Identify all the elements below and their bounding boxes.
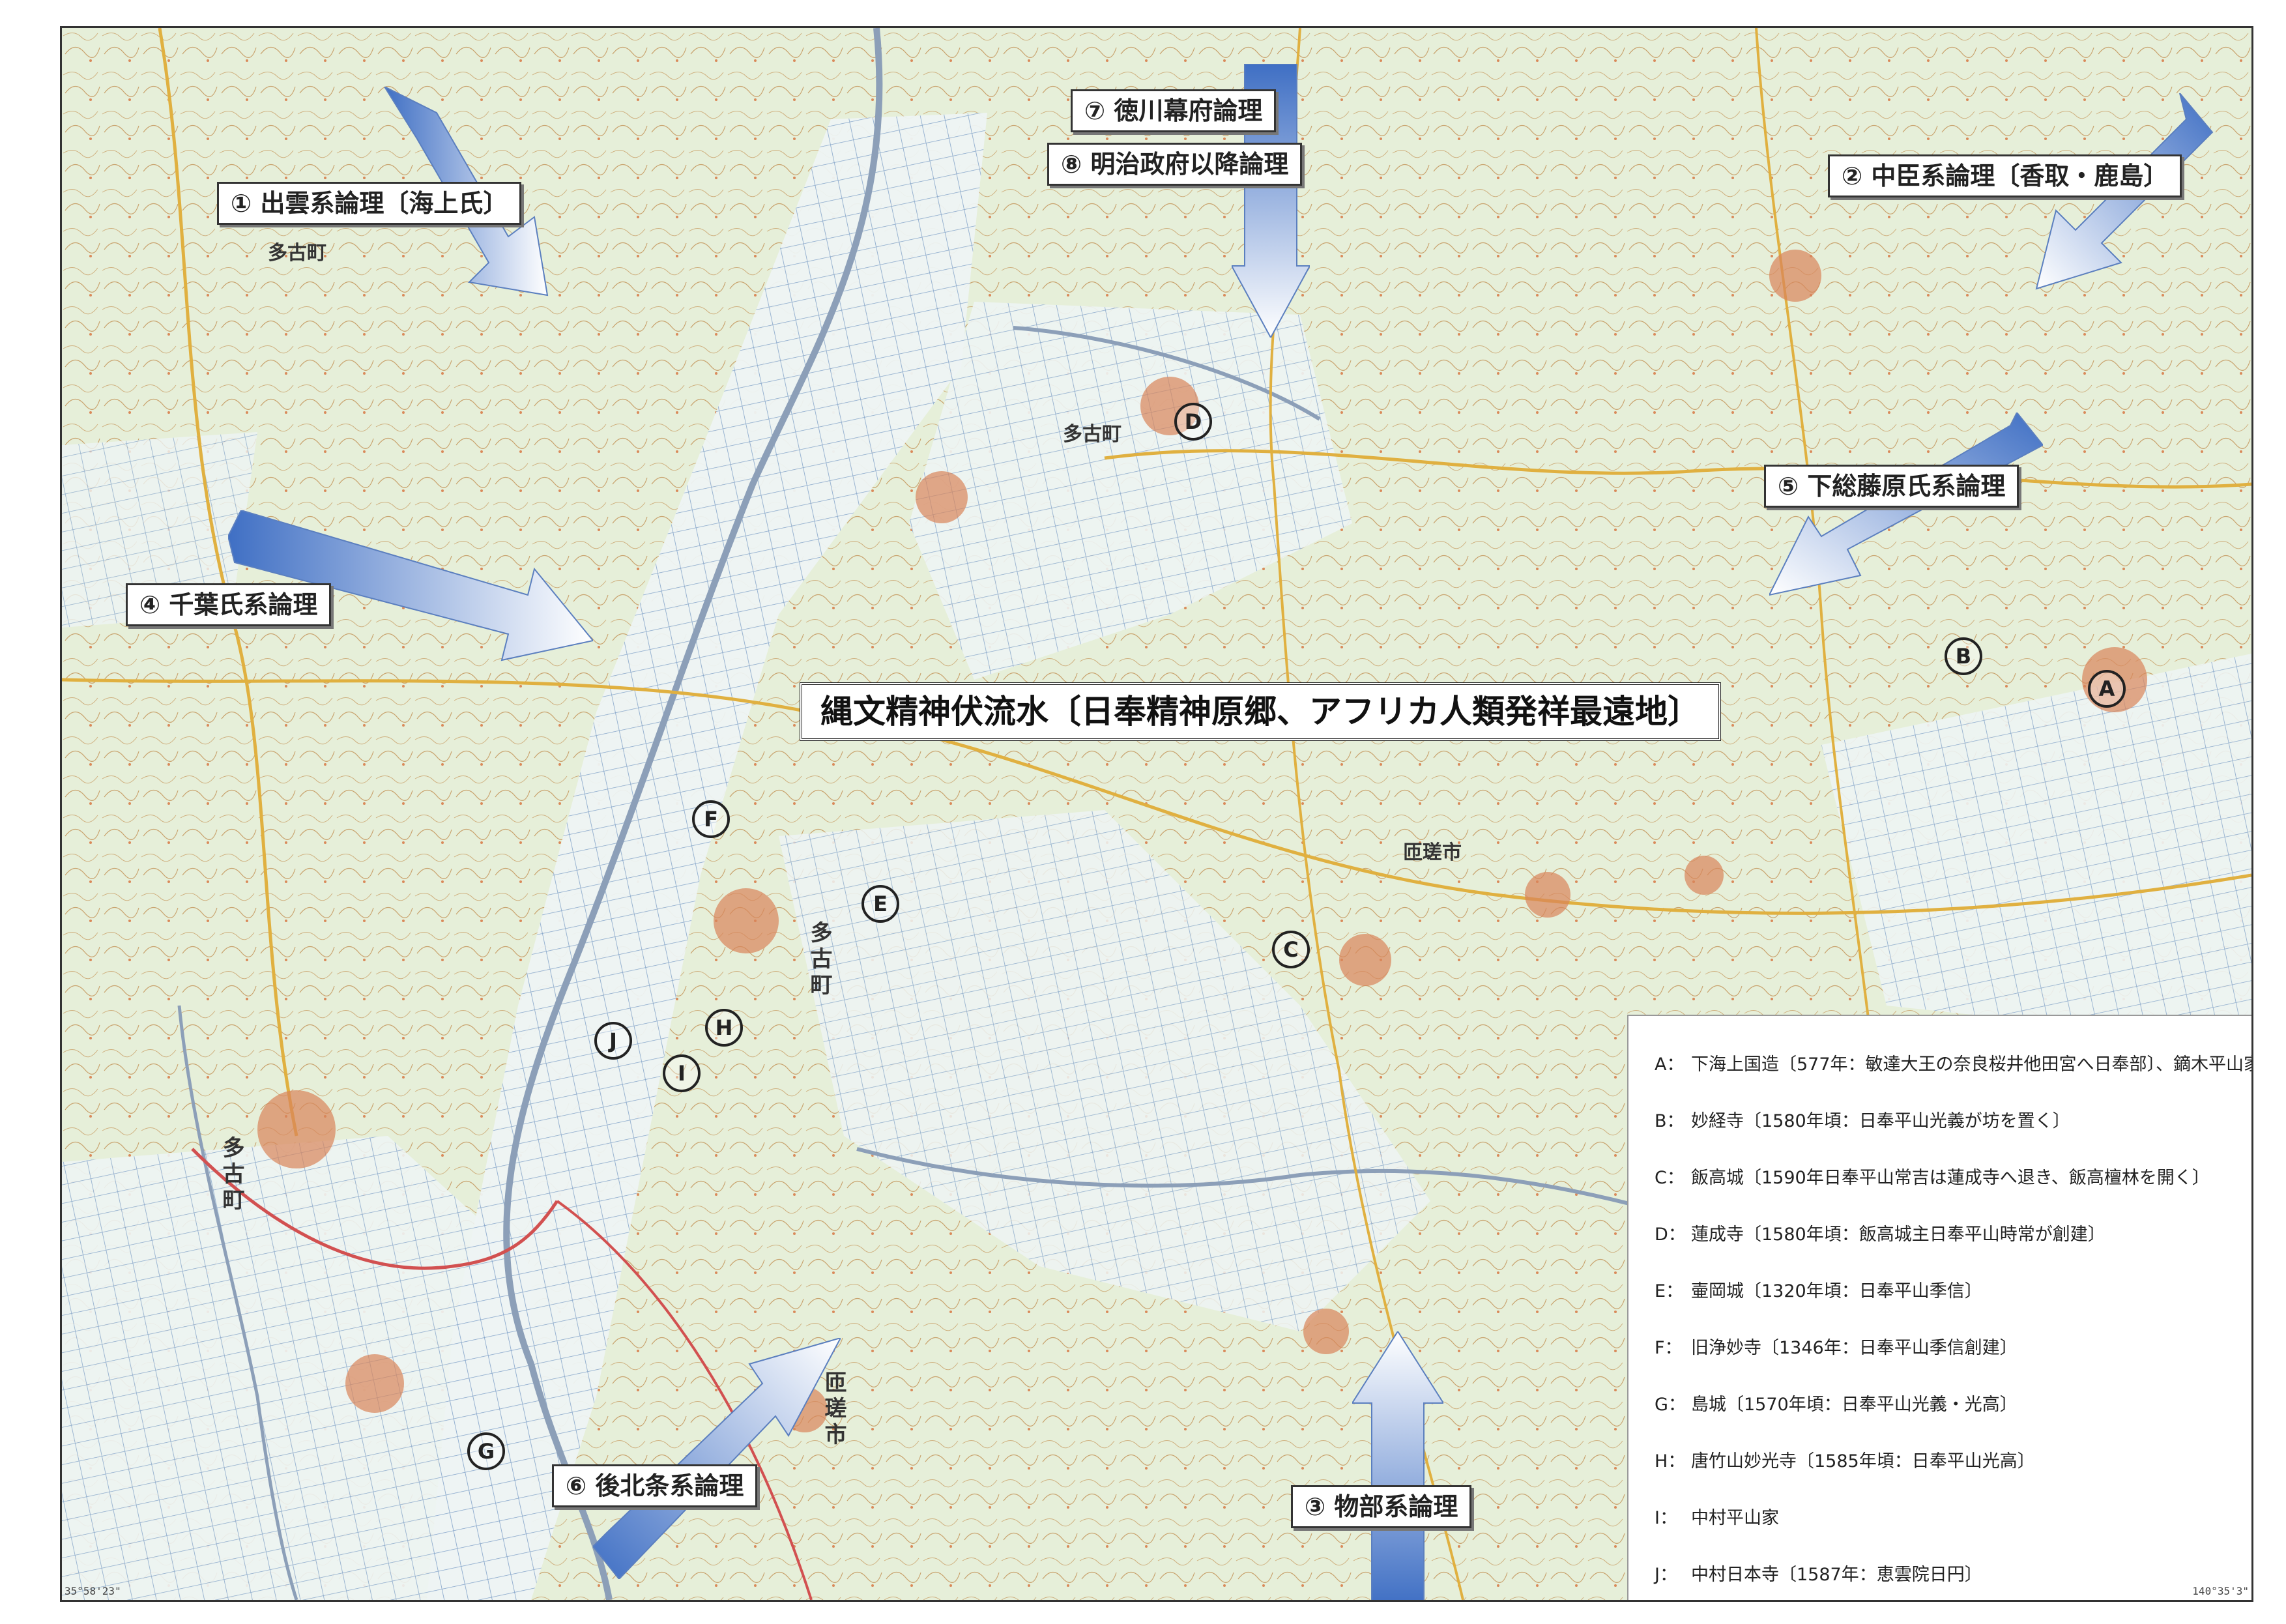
izumo-logic-label: ① 出雲系論理〔海上氏〕 — [217, 182, 522, 225]
legend-item-key: J： — [1655, 1565, 1677, 1585]
meiji-logic-label: ⑧ 明治政府以降論理 — [1047, 143, 1303, 186]
nakatomi-logic-label: ② 中臣系論理〔香取・鹿島〕 — [1828, 154, 2182, 197]
legend-item: A： 下海上国造〔577年：敏達大王の奈良桜井他田宮へ日奉部〕、鏑木平山家 — [1655, 1034, 2253, 1091]
map-title: 縄文精神伏流水〔日奉精神原郷、アフリカ人類発祥最遠地〕 — [800, 682, 1721, 741]
topographic-map[interactable]: ① 出雲系論理〔海上氏〕 ② 中臣系論理〔香取・鹿島〕 ③ 物部系論理 ④ 千葉… — [60, 26, 2253, 1602]
legend-item-key: H： — [1655, 1451, 1686, 1472]
coord-bottom-right: 140°35'3" — [2192, 1585, 2249, 1597]
site-marker-a[interactable]: A — [2088, 670, 2126, 708]
legend-item: I： 中村平山家 — [1655, 1488, 2251, 1544]
shimousa-fujiwara-logic-label: ⑤ 下総藤原氏系論理 — [1764, 465, 2019, 508]
chiba-logic-label: ④ 千葉氏系論理 — [126, 583, 332, 626]
site-marker-f[interactable]: F — [692, 800, 730, 838]
legend-item-text: 壷岡城〔1320年頃：日奉平山季信〕 — [1691, 1281, 1982, 1301]
site-marker-d[interactable]: D — [1174, 403, 1212, 441]
legend-item-key: I： — [1655, 1508, 1677, 1528]
site-marker-j[interactable]: J — [594, 1022, 632, 1060]
legend-item: C： 飯高城〔1590年日奉平山常吉は蓮成寺へ退き、飯高檀林を開く〕 — [1655, 1148, 2251, 1204]
legend-item-text: 中村日本寺〔1587年：恵雲院日円〕 — [1691, 1565, 1982, 1585]
place-tako-sw: 多古町 — [218, 1136, 244, 1214]
gohojo-logic-arrow — [593, 1338, 841, 1579]
nakatomi-logic-arrow — [2035, 93, 2214, 290]
site-marker-e[interactable]: E — [861, 885, 899, 923]
legend-item-text: 唐竹山妙光寺〔1585年頃：日奉平山光高〕 — [1691, 1451, 2035, 1472]
site-marker-h[interactable]: H — [705, 1009, 743, 1047]
place-tako-north: 多古町 — [1063, 423, 1121, 446]
legend-item: J： 中村日本寺〔1587年：恵雲院日円〕 — [1655, 1544, 2251, 1600]
gohojo-logic-label: ⑥ 後北条系論理 — [552, 1464, 758, 1507]
mononobe-logic-label: ③ 物部系論理 — [1291, 1485, 1472, 1528]
legend-item-key: G： — [1655, 1395, 1686, 1415]
legend-list: A： 下海上国造〔577年：敏達大王の奈良桜井他田宮へ日奉部〕、鏑木平山家 B： 妙経… — [1655, 1034, 2253, 1600]
site-marker-i[interactable]: I — [663, 1054, 701, 1092]
tokugawa-logic-label: ⑦ 徳川幕府論理 — [1071, 89, 1277, 132]
legend-item: G： 島城〔1570年頃：日奉平山光義・光高〕 — [1655, 1374, 2251, 1431]
legend-item-text: 島城〔1570年頃：日奉平山光義・光高〕 — [1691, 1395, 2018, 1415]
place-sosa-east: 匝瑳市 — [1403, 841, 1462, 864]
place-tako-center: 多古町 — [806, 921, 832, 999]
legend-item: E： 壷岡城〔1320年頃：日奉平山季信〕 — [1655, 1261, 2251, 1318]
place-sosa-south: 匝瑳市 — [820, 1370, 846, 1449]
legend-item-text: 旧浄妙寺〔1346年：日奉平山季信創建〕 — [1691, 1338, 2018, 1358]
legend-item-text: 蓮成寺〔1580年頃：飯高城主日奉平山時常が創建〕 — [1691, 1225, 2105, 1245]
legend-item-text: 妙経寺〔1580年頃：日奉平山光義が坊を置く〕 — [1691, 1111, 2070, 1131]
legend-item-key: D： — [1655, 1225, 1686, 1245]
legend-item-key: B： — [1655, 1111, 1685, 1131]
legend-item-key: F： — [1655, 1338, 1683, 1358]
coord-bottom-left: 35°58'23" — [65, 1585, 121, 1597]
legend-item-text: 下海上国造〔577年：敏達大王の奈良桜井他田宮へ日奉部〕、鏑木平山家 — [1691, 1054, 2253, 1075]
legend-item-key: E： — [1655, 1281, 1684, 1301]
place-tako-nw: 多古町 — [268, 242, 326, 265]
site-marker-g[interactable]: G — [467, 1432, 505, 1470]
site-marker-c[interactable]: C — [1272, 931, 1310, 968]
legend-item-key: C： — [1655, 1168, 1685, 1188]
legend-item: B： 妙経寺〔1580年頃：日奉平山光義が坊を置く〕 — [1655, 1091, 2251, 1148]
legend-panel: A： 下海上国造〔577年：敏達大王の奈良桜井他田宮へ日奉部〕、鏑木平山家 B： 妙経… — [1627, 1015, 2253, 1600]
mononobe-logic-arrow — [1352, 1331, 1443, 1600]
legend-item: H： 唐竹山妙光寺〔1585年頃：日奉平山光高〕 — [1655, 1431, 2251, 1488]
legend-item: D： 蓮成寺〔1580年頃：飯高城主日奉平山時常が創建〕 — [1655, 1204, 2251, 1261]
legend-item-text: 中村平山家 — [1691, 1508, 1779, 1528]
legend-item-text: 飯高城〔1590年日奉平山常吉は蓮成寺へ退き、飯高檀林を開く〕 — [1691, 1168, 2210, 1188]
legend-item-key: A： — [1655, 1054, 1685, 1075]
site-marker-b[interactable]: B — [1945, 637, 1982, 675]
legend-item: F： 旧浄妙寺〔1346年：日奉平山季信創建〕 — [1655, 1318, 2251, 1374]
